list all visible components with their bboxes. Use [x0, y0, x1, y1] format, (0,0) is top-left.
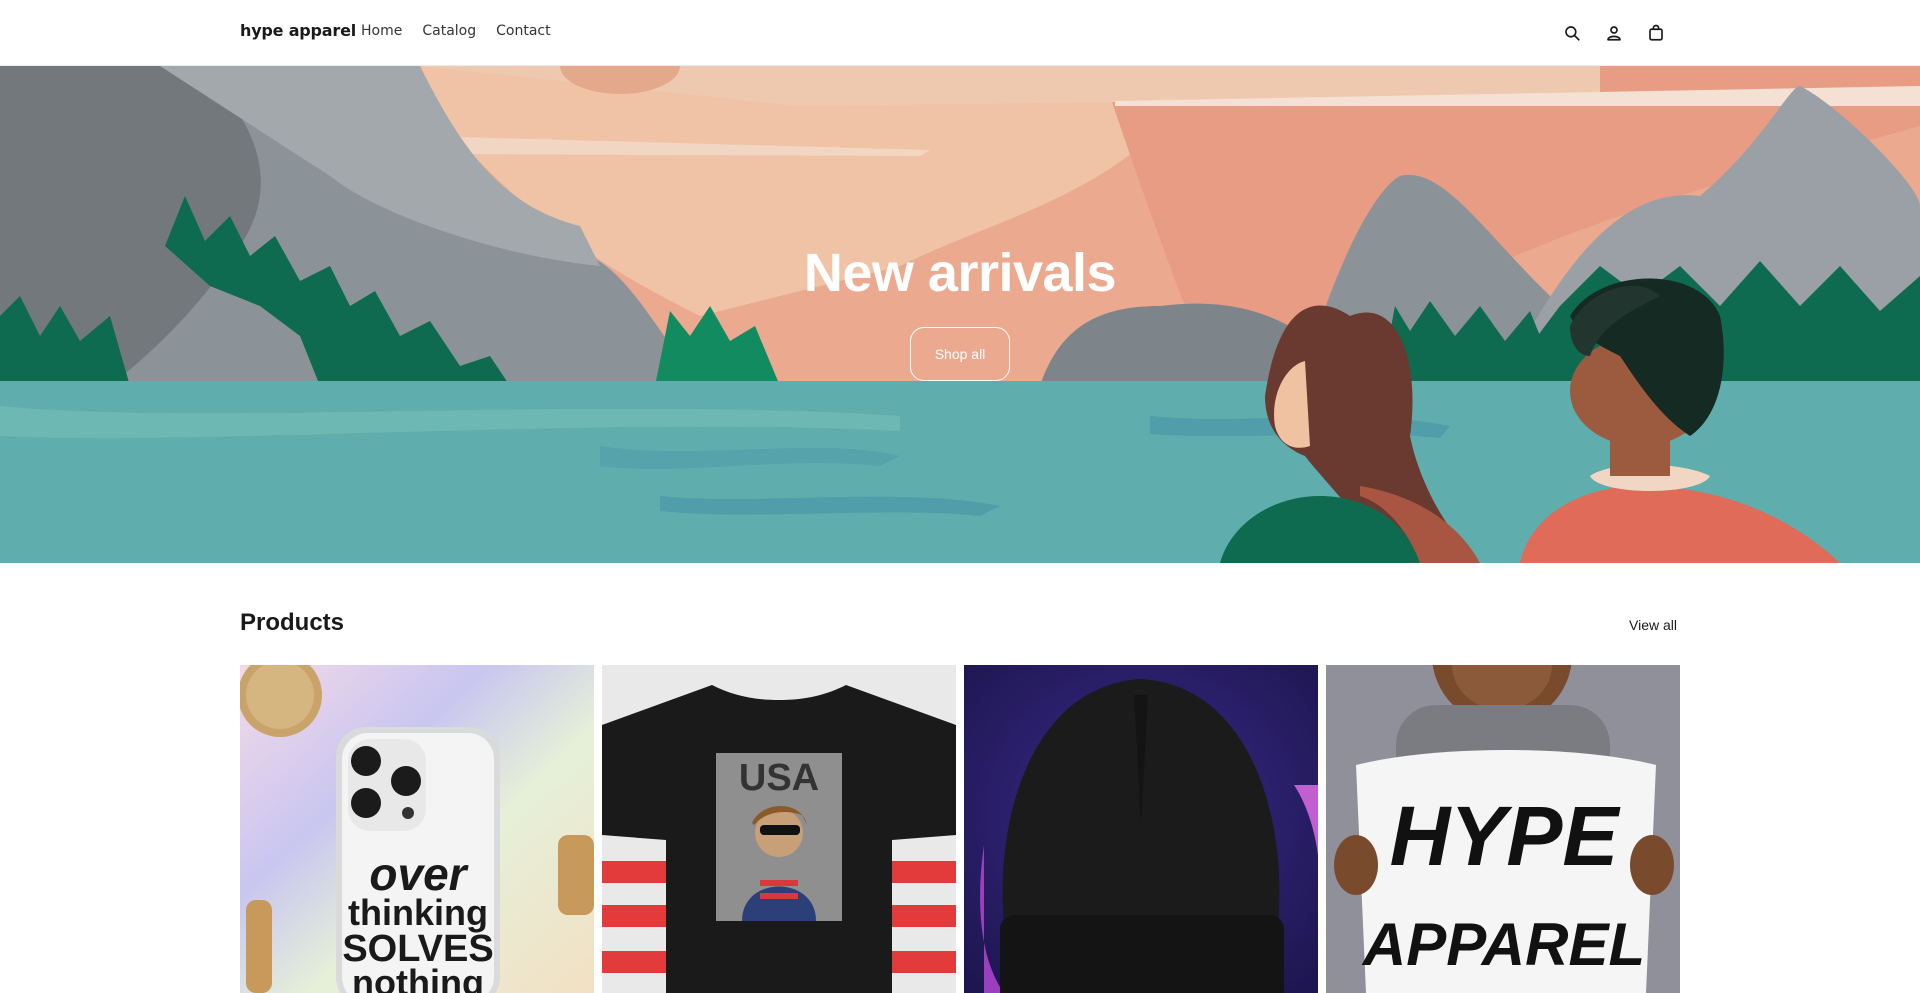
pillow-print-line-1: HYPE: [1390, 789, 1622, 883]
product-card-beanie[interactable]: [964, 665, 1318, 993]
hero-illustration: [0, 66, 1920, 563]
header-actions: [1560, 21, 1668, 45]
site-header: hype apparel Home Catalog Contact: [0, 0, 1920, 66]
account-icon[interactable]: [1602, 21, 1626, 45]
brand-logo[interactable]: hype apparel: [240, 21, 356, 40]
tshirt-image: USA: [602, 665, 956, 993]
product-card-phone-case[interactable]: over thinking SOLVES nothing: [240, 665, 594, 993]
tshirt-print-text: USA: [739, 757, 819, 799]
nav-home[interactable]: Home: [361, 23, 402, 39]
cart-icon[interactable]: [1644, 21, 1668, 45]
hero-title: New arrivals: [803, 243, 1117, 303]
view-all-link[interactable]: View all: [1629, 617, 1677, 633]
pillow-print-line-2: APPAREL: [1361, 911, 1645, 978]
nav-catalog[interactable]: Catalog: [422, 23, 476, 39]
case-print-line-4: nothing: [352, 962, 484, 993]
product-card-tshirt[interactable]: USA: [602, 665, 956, 993]
search-icon[interactable]: [1560, 21, 1584, 45]
beanie-image: [964, 665, 1318, 993]
phone-case-image: over thinking SOLVES nothing: [240, 665, 594, 993]
product-card-pillow[interactable]: HYPE APPAREL: [1326, 665, 1680, 993]
pillow-image: HYPE APPAREL: [1326, 665, 1680, 993]
case-print-line-2: thinking: [348, 892, 488, 933]
nav-contact[interactable]: Contact: [496, 23, 550, 39]
main-nav: Home Catalog Contact: [361, 23, 551, 39]
hero-banner: New arrivals Shop all: [0, 66, 1920, 563]
products-heading: Products: [240, 609, 345, 636]
shop-all-button[interactable]: Shop all: [910, 327, 1010, 381]
product-grid: over thinking SOLVES nothing USA HYPE AP…: [240, 665, 1680, 993]
